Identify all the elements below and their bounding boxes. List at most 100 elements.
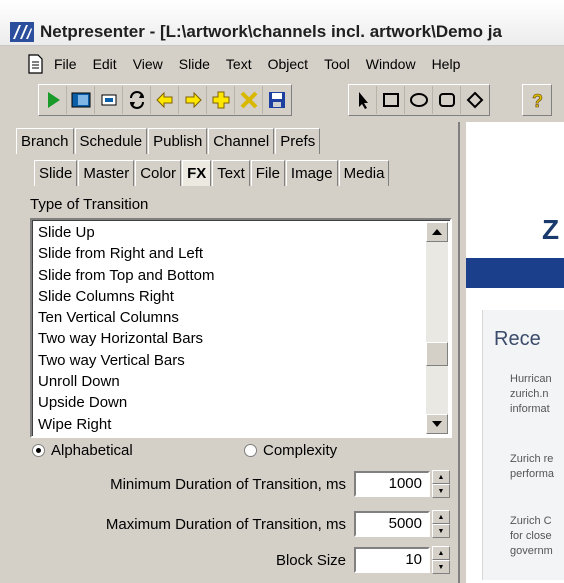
tab-publish[interactable]: Publish	[148, 128, 208, 154]
block-size-spinner[interactable]: ▲ ▼	[432, 546, 450, 574]
menu-bar: File Edit View Slide Text Object Tool Wi…	[0, 50, 564, 78]
preview-text-line: Hurrican	[510, 373, 552, 385]
previous-button[interactable]	[151, 86, 179, 114]
help-button[interactable]: ?	[523, 86, 551, 114]
spin-down-button[interactable]: ▼	[432, 524, 450, 538]
block-size-field[interactable]: 10	[354, 547, 430, 573]
preview-banner	[466, 258, 564, 288]
pointer-tool-button[interactable]	[349, 86, 377, 114]
menu-file[interactable]: File	[52, 54, 79, 74]
preview-text-line: informat	[510, 403, 550, 415]
tab-channel[interactable]: Channel	[208, 128, 275, 154]
max-duration-spinner[interactable]: ▲ ▼	[432, 510, 450, 538]
preview-text-line: for close	[510, 530, 552, 542]
list-item[interactable]: Two way Horizontal Bars	[38, 328, 214, 349]
list-item[interactable]: Slide Up	[38, 222, 214, 243]
menu-edit[interactable]: Edit	[91, 54, 119, 74]
slide-preview: Z Rece Hurrican zurich.n informat Zurich…	[466, 122, 564, 583]
list-item[interactable]: Ten Vertical Columns	[38, 307, 214, 328]
menu-view[interactable]: View	[131, 54, 165, 74]
rounded-rect-tool-button[interactable]	[433, 86, 461, 114]
next-button[interactable]	[179, 86, 207, 114]
ellipse-tool-button[interactable]	[405, 86, 433, 114]
list-item[interactable]: Upside Down	[38, 392, 214, 413]
add-button[interactable]	[207, 86, 235, 114]
list-item[interactable]: Unroll Down	[38, 371, 214, 392]
scroll-up-button[interactable]	[426, 222, 448, 242]
svg-text:?: ?	[532, 91, 543, 111]
main-tabs: Branch Schedule Publish Channel Prefs	[16, 128, 321, 156]
chevron-up-icon	[432, 229, 442, 235]
radio-button-unchecked[interactable]	[244, 444, 257, 457]
app-logo-icon	[10, 22, 34, 42]
tab-file[interactable]: File	[250, 160, 285, 186]
list-item[interactable]: Two way Vertical Bars	[38, 350, 214, 371]
list-item[interactable]: Slide Columns Right	[38, 286, 214, 307]
spin-up-button[interactable]: ▲	[432, 546, 450, 560]
radio-alphabetical[interactable]: Alphabetical	[32, 442, 133, 459]
tab-master[interactable]: Master	[78, 160, 135, 186]
monitor-button[interactable]	[67, 86, 95, 114]
max-duration-field[interactable]: 5000	[354, 511, 430, 537]
rectangle-tool-button[interactable]	[377, 86, 405, 114]
tab-branch[interactable]: Branch	[16, 128, 74, 154]
list-item[interactable]: Wipe Right	[38, 414, 214, 435]
rounded-rect-icon	[438, 93, 455, 107]
refresh-button[interactable]	[123, 86, 151, 114]
scroll-thumb[interactable]	[426, 342, 448, 366]
toolbar: ?	[0, 82, 564, 120]
tab-schedule[interactable]: Schedule	[74, 128, 148, 154]
list-scrollbar[interactable]	[426, 222, 448, 434]
delete-icon	[240, 91, 257, 109]
radio-button-checked[interactable]	[32, 444, 45, 457]
delete-button[interactable]	[235, 86, 263, 114]
block-size-row: Block Size 10 ▲ ▼	[276, 546, 450, 574]
preview-text-line: Zurich C	[510, 515, 552, 527]
radio-complexity[interactable]: Complexity	[244, 442, 337, 459]
max-duration-row: Maximum Duration of Transition, ms 5000 …	[106, 510, 450, 538]
preview-text-block: Hurrican zurich.n informat	[510, 372, 552, 417]
tab-media[interactable]: Media	[338, 160, 390, 186]
ellipse-icon	[409, 93, 428, 107]
transition-items: Slide Up Slide from Right and Left Slide…	[38, 222, 214, 435]
list-item[interactable]: Slide from Right and Left	[38, 243, 214, 264]
pointer-icon	[358, 92, 368, 109]
tab-slide[interactable]: Slide	[34, 160, 78, 186]
min-duration-spinner[interactable]: ▲ ▼	[432, 470, 450, 498]
toolbar-group-main	[38, 84, 292, 116]
menu-window[interactable]: Window	[364, 54, 418, 74]
menu-slide[interactable]: Slide	[177, 54, 212, 74]
tab-fx[interactable]: FX	[182, 160, 212, 186]
tab-image[interactable]: Image	[285, 160, 338, 186]
spin-up-button[interactable]: ▲	[432, 470, 450, 484]
title-bar: Netpresenter - [L:\artwork\channels incl…	[0, 0, 564, 46]
monitor-icon	[71, 92, 90, 108]
window-title: Netpresenter - [L:\artwork\channels incl…	[40, 22, 502, 41]
arrow-right-icon	[185, 91, 202, 109]
max-duration-label: Maximum Duration of Transition, ms	[105, 515, 346, 533]
document-icon[interactable]	[24, 53, 46, 75]
save-button[interactable]	[263, 86, 291, 114]
preview-text-line: performa	[510, 468, 555, 480]
refresh-icon	[129, 91, 144, 109]
menu-object[interactable]: Object	[266, 54, 310, 74]
menu-text[interactable]: Text	[224, 54, 254, 74]
list-item[interactable]: Slide from Top and Bottom	[38, 265, 214, 286]
play-button[interactable]	[39, 86, 67, 114]
tab-color[interactable]: Color	[135, 160, 182, 186]
slide-button[interactable]	[95, 86, 123, 114]
transition-listbox[interactable]: Slide Up Slide from Right and Left Slide…	[30, 218, 452, 438]
menu-help[interactable]: Help	[430, 54, 463, 74]
spin-up-button[interactable]: ▲	[432, 510, 450, 524]
diamond-icon	[466, 91, 484, 109]
menu-tool[interactable]: Tool	[322, 54, 352, 74]
tab-prefs[interactable]: Prefs	[275, 128, 321, 154]
tab-text[interactable]: Text	[212, 160, 250, 186]
preview-logo-letter: Z	[542, 214, 560, 245]
spin-down-button[interactable]: ▼	[432, 560, 450, 574]
min-duration-field[interactable]: 1000	[354, 471, 430, 497]
sub-tabs: Slide Master Color FX Text File Image Me…	[34, 160, 390, 188]
spin-down-button[interactable]: ▼	[432, 484, 450, 498]
diamond-tool-button[interactable]	[461, 86, 489, 114]
scroll-down-button[interactable]	[426, 414, 448, 434]
